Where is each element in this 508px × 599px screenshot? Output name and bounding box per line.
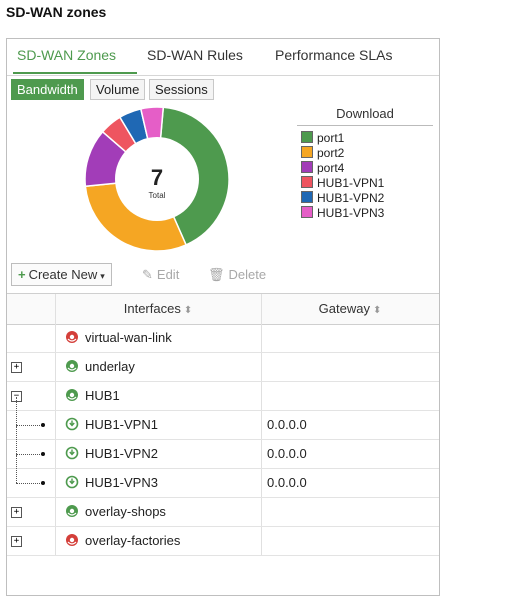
gateway-value: 0.0.0.0 — [267, 475, 307, 490]
column-header-gateway[interactable]: Gateway ⬍ — [261, 294, 439, 324]
table-row[interactable]: + overlay-factories — [7, 527, 439, 556]
interface-name: HUB1-VPN1 — [85, 417, 158, 432]
expand-icon[interactable]: + — [11, 362, 22, 373]
subtab-bandwidth[interactable]: Bandwidth — [11, 79, 84, 100]
legend-label: HUB1-VPN2 — [317, 191, 385, 205]
legend-swatch — [301, 176, 313, 188]
edit-label: Edit — [156, 267, 180, 282]
legend-item-hub1-vpn1[interactable]: HUB1-VPN1 — [301, 176, 384, 191]
interface-name: HUB1-VPN2 — [85, 446, 158, 461]
create-new-button[interactable]: + Create New ▾ — [11, 263, 112, 286]
legend-swatch — [301, 191, 313, 203]
sort-icon: ⬍ — [183, 305, 193, 316]
tab-sdwan-rules[interactable]: SD-WAN Rules — [147, 47, 243, 63]
legend-item-port1[interactable]: port1 — [301, 131, 384, 146]
legend-swatch — [301, 146, 313, 158]
bandwidth-chart: 7 Total Download port1 port2 port4 HUB1-VPN… — [11, 99, 437, 259]
tab-performance-slas[interactable]: Performance SLAs — [275, 47, 393, 63]
interface-icon — [65, 446, 79, 460]
table-header: Interfaces ⬍ Gateway ⬍ — [7, 293, 439, 325]
legend-label: port2 — [317, 146, 345, 160]
expand-icon[interactable]: + — [11, 507, 22, 518]
caret-down-icon: ▾ — [100, 271, 105, 281]
donut-center-value: 7 — [151, 165, 163, 190]
interface-name: overlay-factories — [85, 533, 181, 548]
interface-name: HUB1-VPN3 — [85, 475, 158, 490]
gateway-value: 0.0.0.0 — [267, 446, 307, 461]
table-row[interactable]: HUB1-VPN2 0.0.0.0 — [7, 426, 439, 469]
zone-icon — [66, 331, 78, 343]
interface-icon — [65, 475, 79, 489]
toolbar: + Create New ▾ ✎ Edit 🗑 Delete — [11, 261, 437, 287]
donut-center-label: Total — [149, 191, 166, 200]
tree-node-dot — [41, 481, 45, 485]
trash-icon: 🗑 — [208, 267, 225, 282]
legend-item-port2[interactable]: port2 — [301, 146, 384, 161]
table-row[interactable]: − HUB1 — [7, 382, 439, 411]
edit-button[interactable]: ✎ Edit — [135, 263, 186, 286]
interface-name: virtual-wan-link — [85, 330, 172, 345]
expand-icon[interactable]: + — [11, 536, 22, 547]
legend-title: Download — [297, 103, 433, 126]
table-row[interactable]: virtual-wan-link — [7, 324, 439, 353]
table-row[interactable]: + underlay — [7, 353, 439, 382]
sort-icon: ⬍ — [372, 305, 382, 316]
gateway-value: 0.0.0.0 — [267, 417, 307, 432]
donut-chart: 7 Total — [84, 106, 230, 252]
legend-label: port4 — [317, 161, 345, 175]
main-tabs: SD-WAN Zones SD-WAN Rules Performance SL… — [7, 39, 439, 76]
tab-sdwan-zones[interactable]: SD-WAN Zones — [17, 47, 116, 63]
legend-swatch — [301, 131, 313, 143]
table-row[interactable]: + overlay-shops — [7, 498, 439, 527]
sdwan-panel: SD-WAN Zones SD-WAN Rules Performance SL… — [6, 38, 440, 596]
tree-node-dot — [41, 452, 45, 456]
legend-item-hub1-vpn3[interactable]: HUB1-VPN3 — [301, 206, 384, 221]
interface-name: overlay-shops — [85, 504, 166, 519]
interface-name: HUB1 — [85, 388, 120, 403]
zone-icon — [66, 505, 78, 517]
legend-label: port1 — [317, 131, 345, 145]
page-title: SD-WAN zones — [6, 4, 107, 20]
legend-label: HUB1-VPN3 — [317, 206, 385, 220]
zone-icon — [66, 389, 78, 401]
legend-swatch — [301, 206, 313, 218]
interface-icon — [65, 417, 79, 431]
legend-label: HUB1-VPN1 — [317, 176, 385, 190]
column-header-interfaces[interactable]: Interfaces ⬍ — [55, 294, 261, 324]
delete-label: Delete — [228, 267, 267, 282]
table-row[interactable]: HUB1-VPN3 0.0.0.0 — [7, 455, 439, 498]
legend-swatch — [301, 161, 313, 173]
pencil-icon: ✎ — [142, 267, 153, 282]
chart-legend: port1 port2 port4 HUB1-VPN1 HUB1-VPN2 HUB1-VP… — [301, 131, 384, 221]
table-row[interactable]: HUB1-VPN1 0.0.0.0 — [7, 397, 439, 440]
interface-name: underlay — [85, 359, 135, 374]
zone-icon — [66, 360, 78, 372]
legend-item-hub1-vpn2[interactable]: HUB1-VPN2 — [301, 191, 384, 206]
create-new-label: Create New — [28, 267, 98, 282]
active-tab-indicator — [13, 72, 137, 74]
subtab-volume[interactable]: Volume — [90, 79, 146, 100]
zone-icon — [66, 534, 78, 546]
tree-node-dot — [41, 423, 45, 427]
delete-button[interactable]: 🗑 Delete — [201, 263, 273, 286]
subtab-sessions[interactable]: Sessions — [149, 79, 214, 100]
plus-icon: + — [18, 267, 26, 282]
legend-item-port4[interactable]: port4 — [301, 161, 384, 176]
